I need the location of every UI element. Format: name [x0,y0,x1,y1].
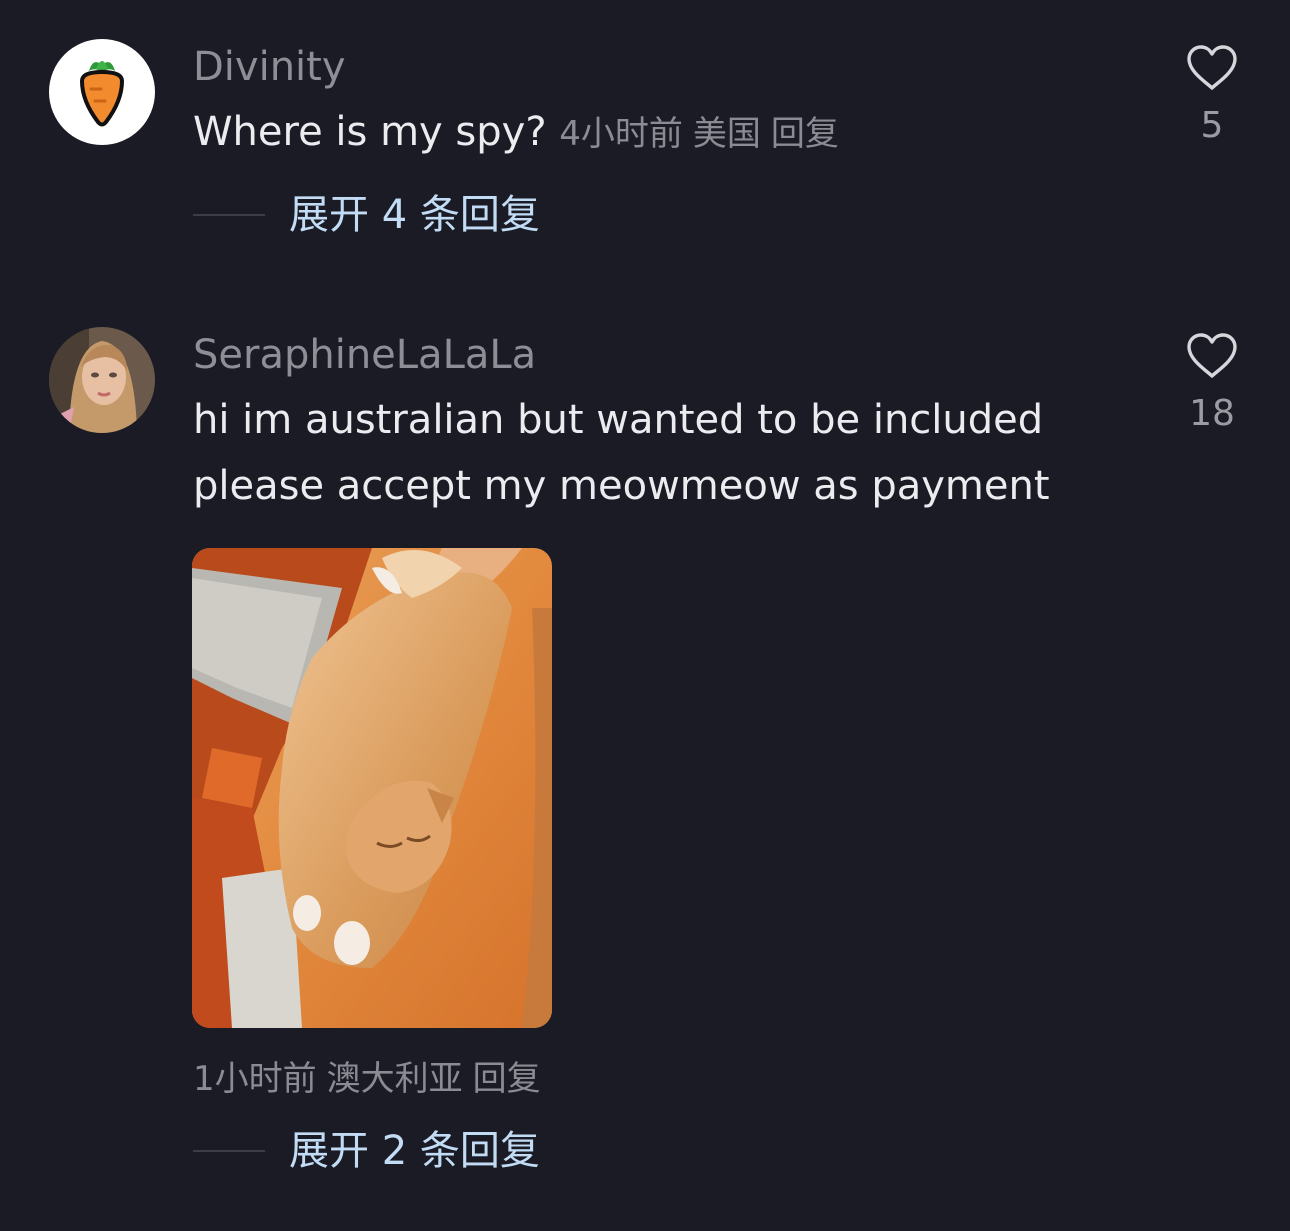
comment-text: Where is my spy? [193,109,547,155]
expand-replies-button[interactable]: 展开 2 条回复 [193,1126,540,1176]
expand-replies-button[interactable]: 展开 4 条回复 [193,190,540,240]
carrot-icon [79,61,125,127]
reply-button[interactable]: 回复 [771,114,839,154]
comment-text-line: Where is my spy? 4小时前 美国 回复 [193,112,849,152]
comment-time: 4小时前 [559,114,683,154]
expand-replies-label: 展开 2 条回复 [289,1128,540,1174]
divider [193,214,265,216]
avatar[interactable] [49,39,155,145]
comment-meta: 1小时前 澳大利亚 回复 [193,1062,551,1096]
like-button[interactable]: 18 [1172,332,1252,432]
like-count: 5 [1200,105,1224,146]
expand-replies-label: 展开 4 条回复 [289,192,540,238]
heart-icon [1187,45,1237,90]
heart-icon [1187,333,1237,378]
comment-location: 澳大利亚 [326,1059,463,1099]
like-count: 18 [1189,393,1235,434]
divider [193,1150,265,1152]
like-button[interactable]: 5 [1172,44,1252,144]
avatar[interactable] [49,327,155,433]
comment-image[interactable] [192,548,552,1028]
comment-meta: 4小时前 美国 回复 [559,114,849,154]
profile-photo [49,327,155,433]
comment-time: 1小时前 [193,1059,317,1099]
comment-text-line: hi im australian but wanted to be includ… [193,397,1044,443]
reply-button[interactable]: 回复 [473,1059,541,1099]
comment-text-line: please accept my meowmeow as payment [193,463,1050,509]
cat-photo [192,548,552,1028]
comment-username[interactable]: SeraphineLaLaLa [193,335,536,375]
comment-location: 美国 [692,114,761,154]
comment-username[interactable]: Divinity [193,47,346,87]
